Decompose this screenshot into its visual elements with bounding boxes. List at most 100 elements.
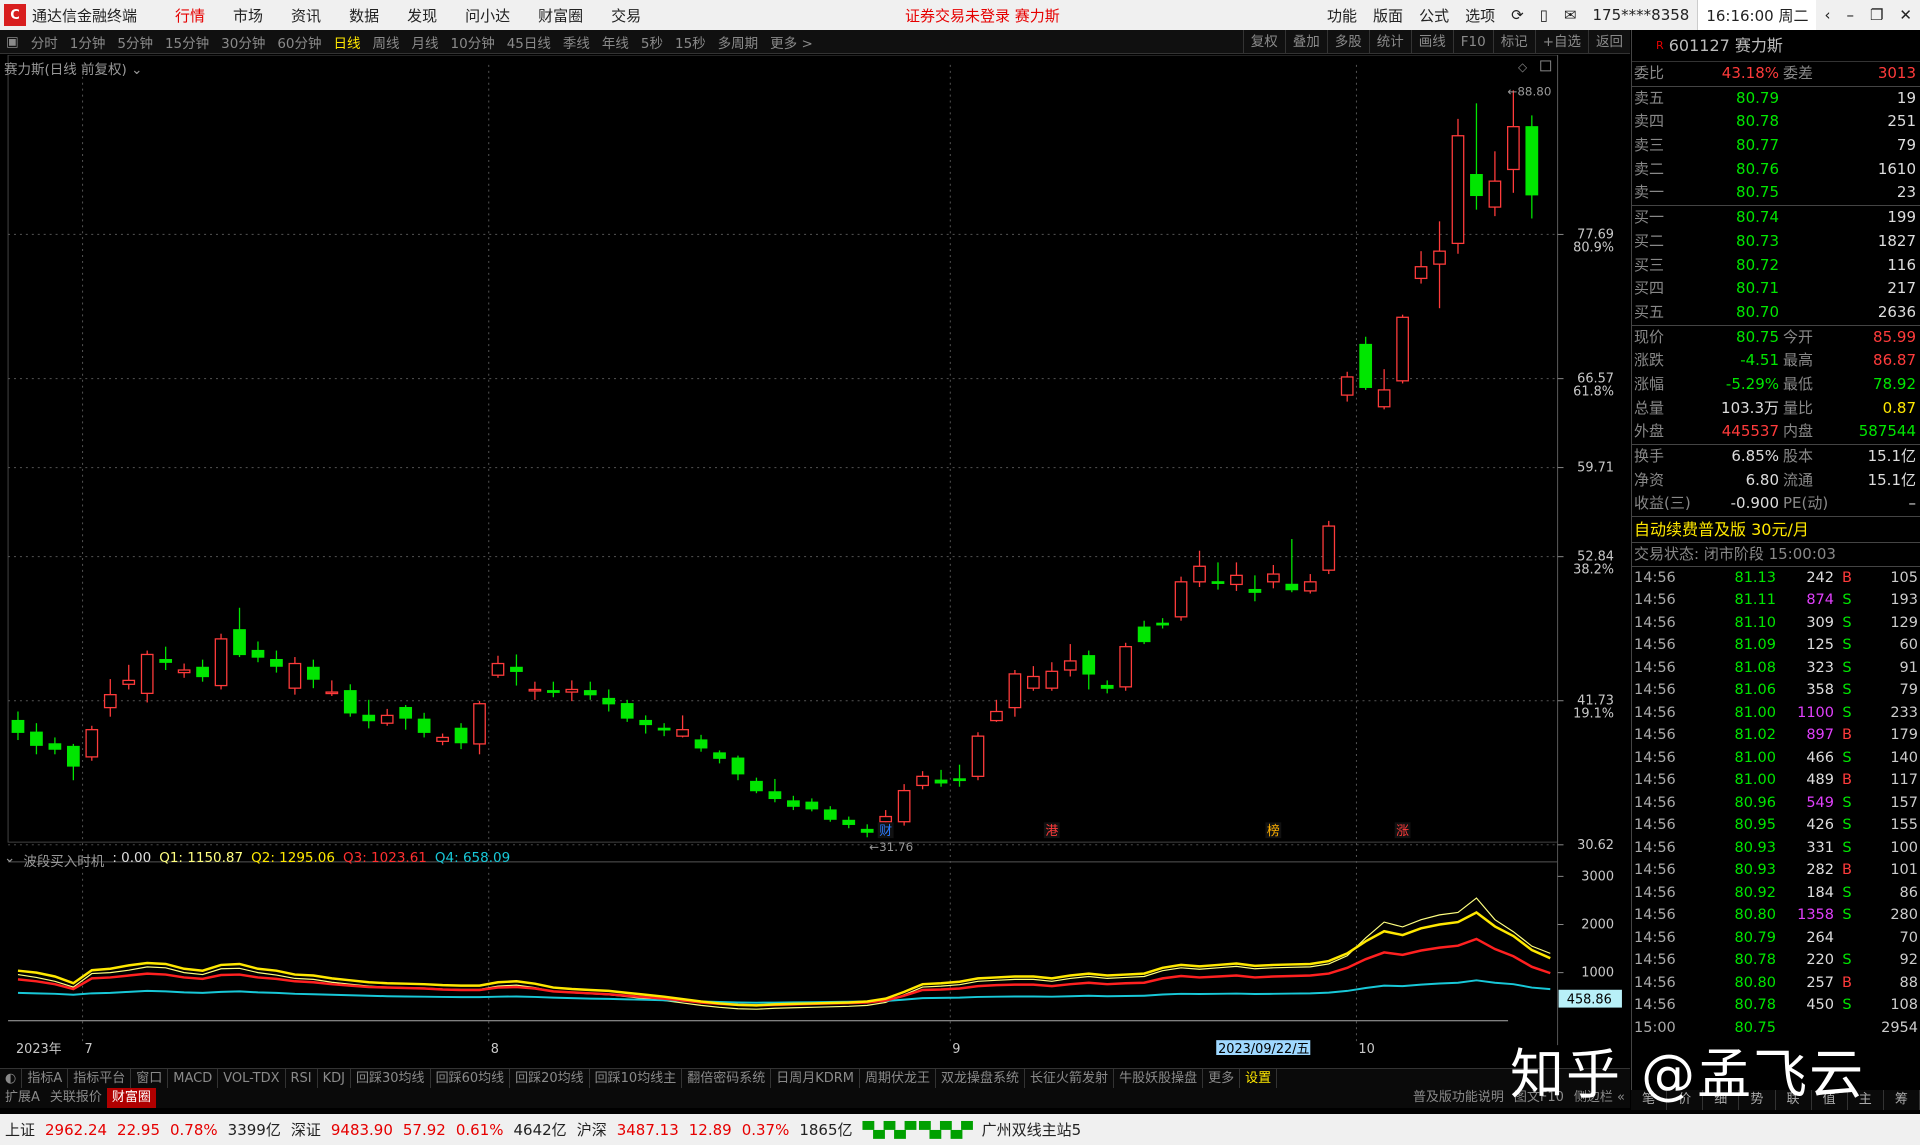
period-15[interactable]: 多周期 (712, 32, 765, 52)
chart-button-7[interactable]: +自选 (1534, 30, 1588, 54)
candle-body[interactable] (399, 706, 413, 719)
candle-body[interactable] (159, 658, 173, 663)
candle-body[interactable] (731, 757, 745, 775)
period-6[interactable]: 日线 (328, 32, 367, 52)
indicator-tab-13[interactable]: 周期伏龙王 (860, 1069, 937, 1088)
candle-body[interactable] (990, 710, 1003, 722)
menu-item-3[interactable]: 数据 (335, 5, 393, 26)
indicator-tab-4[interactable]: VOL-TDX (218, 1069, 286, 1088)
indicator-tab-0[interactable]: 指标A (22, 1069, 69, 1088)
candle-body[interactable] (1174, 581, 1188, 618)
candle-body[interactable] (85, 729, 99, 758)
restore-icon[interactable]: ❐ (1862, 6, 1891, 24)
indicator-tab-18[interactable]: 设置 (1240, 1069, 1278, 1088)
indicator-name[interactable]: 波段买入时机 (23, 850, 104, 870)
candle-body[interactable] (897, 789, 911, 823)
chart-button-6[interactable]: 标记 (1492, 30, 1535, 54)
menu-function[interactable]: 功能 (1319, 5, 1365, 26)
hs-index[interactable]: 3487.13 (612, 1121, 684, 1139)
menu-options[interactable]: 选项 (1457, 5, 1503, 26)
candle-body[interactable] (196, 666, 209, 678)
candle-body[interactable] (1082, 655, 1096, 675)
menu-item-2[interactable]: 资讯 (277, 5, 335, 26)
minimize-icon[interactable]: – (1838, 6, 1862, 24)
indicator-tab-10[interactable]: 回踩10均线主 (590, 1069, 683, 1088)
candle-body[interactable] (510, 666, 523, 672)
expand-icon[interactable] (1540, 60, 1552, 72)
candle-body[interactable] (11, 719, 25, 733)
candle-body[interactable] (1137, 626, 1151, 643)
period-8[interactable]: 月线 (406, 32, 445, 52)
indicator-tab-17[interactable]: 更多 (1203, 1069, 1241, 1088)
candle-body[interactable] (177, 669, 191, 674)
chart-button-4[interactable]: 画线 (1410, 30, 1453, 54)
indicator-tab-8[interactable]: 回踩60均线 (431, 1069, 511, 1088)
candle-body[interactable] (1507, 126, 1520, 171)
login-notice[interactable]: 证券交易未登录 赛力斯 (905, 5, 1060, 26)
candle-body[interactable] (1340, 376, 1354, 396)
candle-body[interactable] (343, 690, 357, 714)
candle-body[interactable] (1414, 266, 1428, 280)
candle-body[interactable] (1322, 525, 1336, 571)
candle-body[interactable] (971, 735, 985, 777)
candle-body[interactable] (417, 718, 431, 733)
candle-body[interactable] (1285, 583, 1299, 591)
candle-body[interactable] (676, 729, 689, 737)
chart-button-2[interactable]: 多股 (1326, 30, 1369, 54)
candle-body[interactable] (1359, 343, 1373, 388)
mail-icon[interactable]: ✉ (1556, 6, 1585, 24)
candle-body[interactable] (1303, 581, 1317, 592)
candle-body[interactable] (214, 638, 228, 687)
candle-body[interactable] (473, 703, 486, 745)
menu-item-1[interactable]: 市场 (219, 5, 277, 26)
refresh-icon[interactable]: ⟳ (1503, 6, 1532, 24)
chart-button-5[interactable]: F10 (1452, 30, 1493, 54)
candle-body[interactable] (1377, 389, 1391, 408)
indicator-tab-14[interactable]: 双龙操盘系统 (936, 1069, 1026, 1088)
candle-body[interactable] (1451, 135, 1465, 245)
period-12[interactable]: 年线 (596, 32, 635, 52)
toggle-switch-icon[interactable]: ◐ (0, 1069, 23, 1088)
promo-banner[interactable]: 自动续费普及版 30元/月 (1632, 516, 1920, 542)
indicator-tab-2[interactable]: 窗口 (131, 1069, 169, 1088)
bids-row[interactable]: 买三 80.72 116 (1632, 254, 1920, 278)
period-0[interactable]: 分时 (25, 32, 64, 52)
period-1[interactable]: 1分钟 (64, 32, 112, 52)
candle-body[interactable] (1045, 670, 1059, 689)
menu-formula[interactable]: 公式 (1411, 5, 1457, 26)
bids-row[interactable]: 买四 80.71 217 (1632, 277, 1920, 301)
period-7[interactable]: 周线 (367, 32, 406, 52)
period-4[interactable]: 30分钟 (215, 32, 271, 52)
candle-body[interactable] (694, 739, 708, 749)
candle-body[interactable] (620, 703, 634, 719)
ext-tab-0[interactable]: 扩展A (0, 1088, 45, 1108)
legend-dropdown-icon[interactable]: ⌄ (131, 62, 142, 78)
candle-body[interactable] (122, 679, 136, 685)
ext-right-tab-0[interactable]: 普及版功能说明 (1408, 1088, 1509, 1108)
period-11[interactable]: 季线 (557, 32, 596, 52)
candle-body[interactable] (48, 743, 62, 750)
sz-index[interactable]: 9483.90 (326, 1121, 398, 1139)
candle-body[interactable] (1488, 180, 1502, 208)
menu-item-5[interactable]: 问小达 (451, 5, 524, 26)
candle-body[interactable] (1267, 573, 1280, 583)
close-icon[interactable]: ✕ (1891, 6, 1920, 24)
candle-body[interactable] (1026, 675, 1040, 689)
candle-body[interactable] (657, 727, 671, 731)
candle-body[interactable] (140, 653, 154, 694)
indicator-tab-9[interactable]: 回踩20均线 (510, 1069, 590, 1088)
candle-body[interactable] (380, 714, 394, 724)
candle-body[interactable] (103, 694, 117, 709)
indicator-tab-3[interactable]: MACD (168, 1069, 219, 1088)
bids-row[interactable]: 买二 80.73 1827 (1632, 230, 1920, 254)
candle-body[interactable] (325, 691, 339, 695)
menu-layout[interactable]: 版面 (1365, 5, 1411, 26)
candle-body[interactable] (1156, 622, 1169, 626)
candle-body[interactable] (953, 778, 966, 782)
candle-body[interactable] (251, 649, 265, 658)
period-5[interactable]: 60分钟 (271, 32, 327, 52)
candle-body[interactable] (288, 662, 302, 689)
candle-body[interactable] (306, 666, 320, 680)
candle-body[interactable] (1100, 684, 1114, 689)
candle-body[interactable] (546, 690, 560, 693)
